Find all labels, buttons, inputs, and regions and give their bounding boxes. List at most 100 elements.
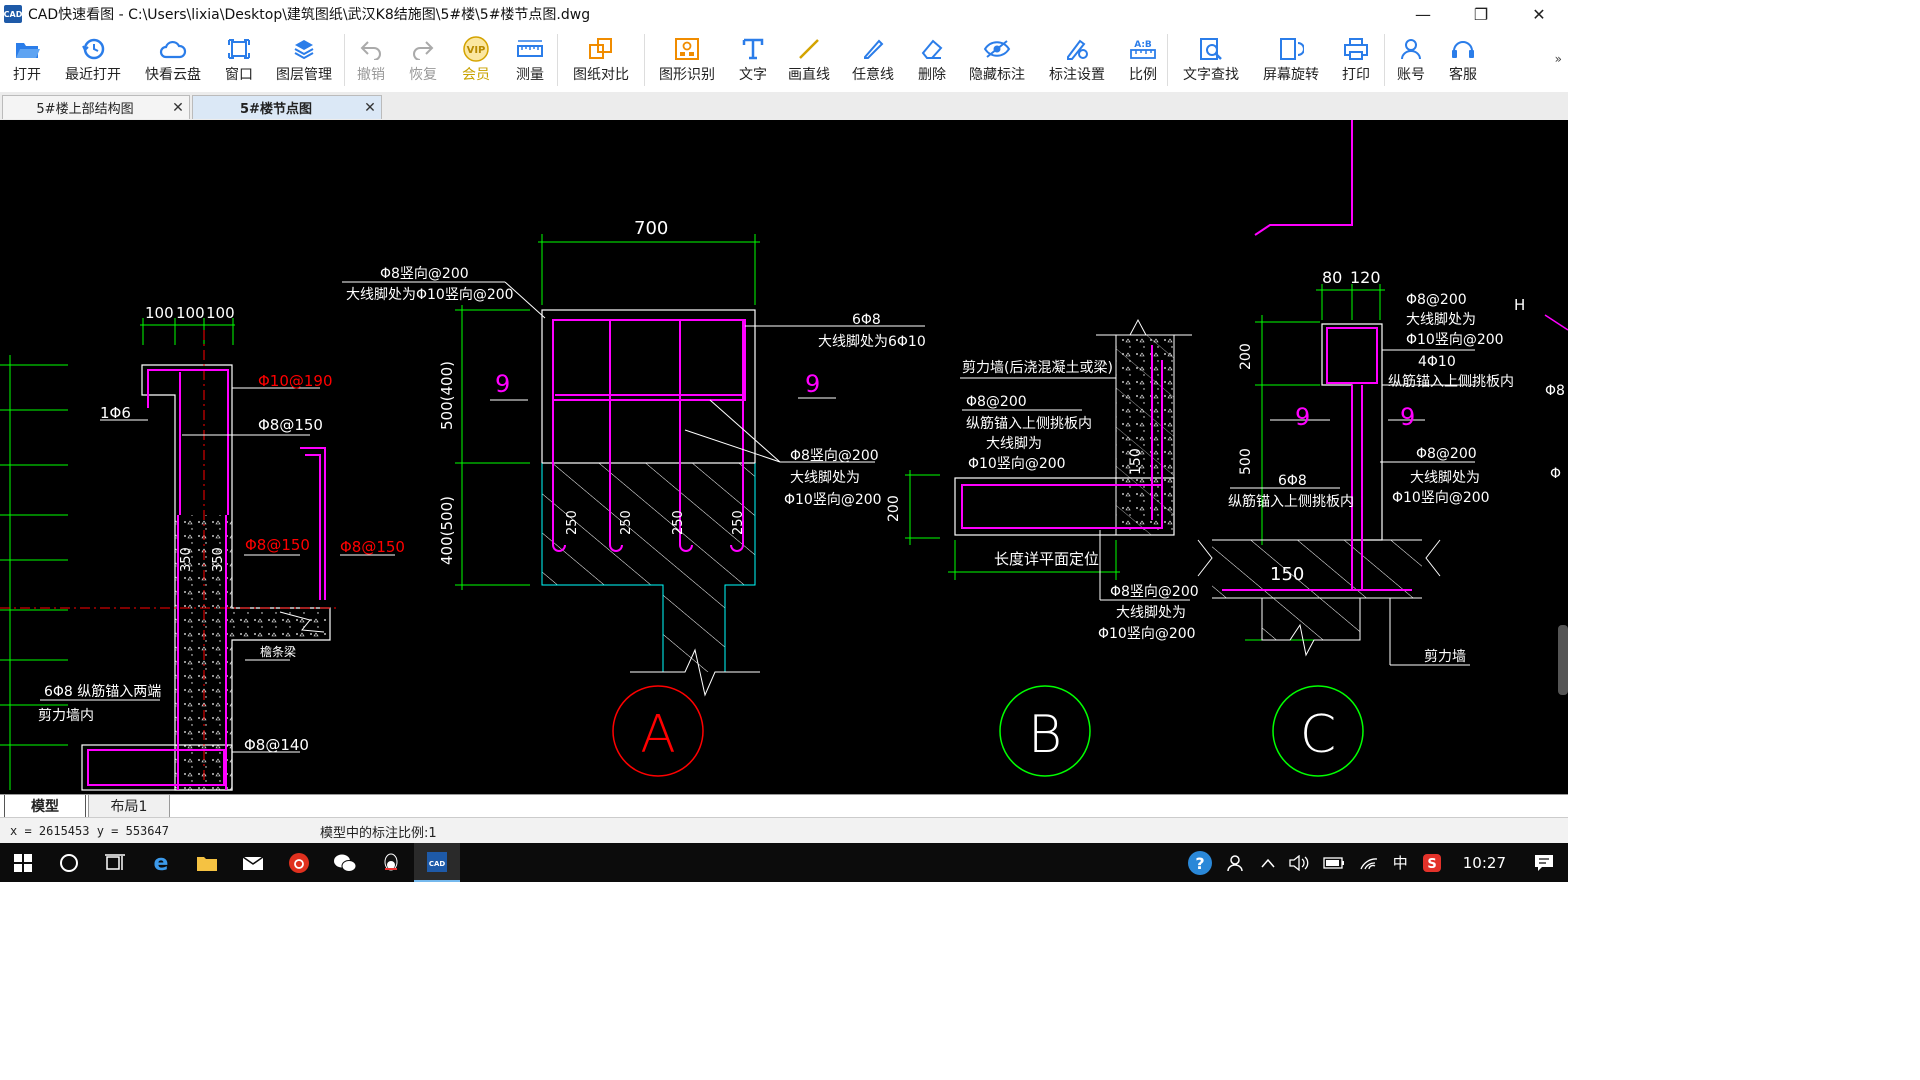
text-button[interactable]: 文字 bbox=[729, 28, 777, 84]
scrollbar-thumb[interactable] bbox=[1558, 625, 1568, 695]
svg-text:大线脚处为: 大线脚处为 bbox=[1406, 312, 1476, 328]
draw-line-button[interactable]: 画直线 bbox=[777, 28, 841, 84]
rotate-screen-button[interactable]: 屏幕旋转 bbox=[1254, 28, 1328, 84]
dim-100-a: 100 bbox=[145, 304, 174, 322]
cad-viewer-taskbar-button[interactable]: CAD bbox=[414, 843, 460, 882]
svg-text:6Φ8: 6Φ8 bbox=[852, 312, 881, 328]
delete-button[interactable]: 删除 bbox=[905, 28, 959, 84]
mail-icon bbox=[242, 855, 264, 870]
people-button[interactable] bbox=[1220, 843, 1254, 882]
edge-browser-button[interactable]: e bbox=[138, 843, 184, 882]
maximize-button[interactable]: ❐ bbox=[1452, 0, 1510, 28]
tab-upper-structure[interactable]: 5#楼上部结构图 ✕ bbox=[2, 95, 190, 119]
vip-member-button[interactable]: VIP 会员 bbox=[449, 28, 503, 84]
svg-text:纵筋锚入上侧挑板内: 纵筋锚入上侧挑板内 bbox=[966, 415, 1092, 432]
netease-music-button[interactable] bbox=[276, 843, 322, 882]
system-tray: ? 中 S 10:27 bbox=[1180, 843, 1568, 882]
svg-text:CAD: CAD bbox=[429, 860, 446, 868]
tab-model[interactable]: 模型 bbox=[4, 795, 86, 818]
svg-text:大线脚处为6Φ10: 大线脚处为6Φ10 bbox=[818, 334, 926, 350]
svg-text:Φ8竖向@200: Φ8竖向@200 bbox=[790, 448, 879, 464]
battery-button[interactable] bbox=[1316, 843, 1352, 882]
undo-button[interactable]: 撤销 bbox=[345, 28, 397, 84]
help-button[interactable]: ? bbox=[1180, 843, 1220, 882]
svg-text:剪力墙: 剪力墙 bbox=[1424, 649, 1466, 665]
start-button[interactable] bbox=[0, 843, 46, 882]
svg-text:Φ8@200: Φ8@200 bbox=[1406, 292, 1467, 308]
hide-annotation-button[interactable]: 隐藏标注 bbox=[959, 28, 1035, 84]
sogou-ime-button[interactable]: S bbox=[1415, 843, 1449, 882]
wifi-icon bbox=[1360, 857, 1377, 869]
printer-icon bbox=[1343, 36, 1369, 62]
svg-text:剪力墙(后浇混凝土或梁): 剪力墙(后浇混凝土或梁) bbox=[962, 360, 1113, 376]
speaker-icon bbox=[1289, 854, 1309, 871]
measure-button[interactable]: 测量 bbox=[503, 28, 557, 84]
svg-text:Φ8@150: Φ8@150 bbox=[258, 416, 323, 434]
open-button[interactable]: 打开 bbox=[0, 28, 54, 84]
svg-text:VIP: VIP bbox=[467, 45, 486, 56]
network-button[interactable] bbox=[1352, 843, 1386, 882]
volume-button[interactable] bbox=[1282, 843, 1316, 882]
svg-text:S: S bbox=[1427, 857, 1436, 872]
account-button[interactable]: 账号 bbox=[1385, 28, 1437, 84]
freehand-line-button[interactable]: 任意线 bbox=[841, 28, 905, 84]
window-button[interactable]: 窗口 bbox=[214, 28, 264, 84]
tab-layout1[interactable]: 布局1 bbox=[88, 795, 170, 818]
svg-text:150: 150 bbox=[1270, 564, 1304, 585]
svg-text:Φ10竖向@200: Φ10竖向@200 bbox=[784, 492, 882, 508]
red-rebar-label: Φ8@150 bbox=[340, 538, 405, 556]
tab-node-detail[interactable]: 5#楼节点图 ✕ bbox=[192, 95, 382, 119]
svg-text:350: 350 bbox=[211, 547, 226, 572]
section-mark: 9 bbox=[805, 370, 820, 398]
cortana-circle-icon bbox=[60, 853, 78, 872]
action-center-button[interactable] bbox=[1520, 843, 1568, 882]
wechat-button[interactable] bbox=[322, 843, 368, 882]
title-bar: CAD CAD快速看图 - C:\Users\lixia\Desktop\建筑图… bbox=[0, 0, 1568, 28]
sogou-icon: S bbox=[1422, 853, 1441, 872]
qq-button[interactable] bbox=[368, 843, 414, 882]
text-search-button[interactable]: 文字查找 bbox=[1168, 28, 1254, 84]
cloud-drive-button[interactable]: 快看云盘 bbox=[132, 28, 214, 84]
cloud-icon bbox=[159, 36, 187, 62]
svg-text:大线脚处为: 大线脚处为 bbox=[1410, 470, 1480, 486]
recent-open-button[interactable]: 最近打开 bbox=[54, 28, 132, 84]
print-button[interactable]: 打印 bbox=[1328, 28, 1384, 84]
tab-close-icon[interactable]: ✕ bbox=[359, 100, 381, 116]
cad-drawing-canvas[interactable]: 100 100 100 1Φ6 Φ10@190 Φ8@150 Φ8@150 Φ8… bbox=[0, 120, 1568, 794]
svg-text:250: 250 bbox=[671, 510, 686, 535]
show-hidden-icons-button[interactable] bbox=[1254, 843, 1282, 882]
hide-annotation-icon bbox=[983, 36, 1011, 62]
svg-text:?: ? bbox=[1195, 854, 1204, 873]
red-rebar-label: Φ10@190 bbox=[258, 372, 333, 390]
chevron-up-icon bbox=[1261, 858, 1275, 867]
tab-close-icon[interactable]: ✕ bbox=[167, 100, 189, 116]
customer-service-button[interactable]: 客服 bbox=[1437, 28, 1489, 84]
minimize-button[interactable]: — bbox=[1394, 0, 1452, 28]
app-logo-icon: CAD bbox=[4, 5, 22, 23]
headset-icon bbox=[1450, 36, 1476, 62]
layer-manager-button[interactable]: 图层管理 bbox=[264, 28, 344, 84]
windows-taskbar: e CAD ? 中 S 10:27 bbox=[0, 843, 1568, 882]
cortana-button[interactable] bbox=[46, 843, 92, 882]
scale-button[interactable]: A:B 比例 bbox=[1119, 28, 1167, 84]
wechat-icon bbox=[334, 854, 357, 872]
redo-button[interactable]: 恢复 bbox=[397, 28, 449, 84]
compare-drawings-button[interactable]: 图纸对比 bbox=[558, 28, 644, 84]
text-search-icon bbox=[1198, 36, 1224, 62]
svg-text:Φ10竖向@200: Φ10竖向@200 bbox=[1406, 332, 1504, 348]
dim-700: 700 bbox=[634, 218, 668, 239]
task-view-button[interactable] bbox=[92, 843, 138, 882]
mail-button[interactable] bbox=[230, 843, 276, 882]
annotation-settings-button[interactable]: 标注设置 bbox=[1035, 28, 1119, 84]
open-folder-icon bbox=[14, 36, 40, 62]
shape-recognition-button[interactable]: 图形识别 bbox=[645, 28, 729, 84]
detail-b-label: B bbox=[1028, 705, 1062, 765]
input-method-button[interactable]: 中 bbox=[1386, 843, 1415, 882]
task-view-icon bbox=[105, 853, 125, 870]
toolbar-more-button[interactable]: » bbox=[1555, 52, 1562, 66]
file-explorer-button[interactable] bbox=[184, 843, 230, 882]
shape-recognition-icon bbox=[674, 36, 700, 62]
svg-text:纵筋锚入上侧挑板内: 纵筋锚入上侧挑板内 bbox=[1228, 493, 1354, 510]
close-button[interactable]: ✕ bbox=[1510, 0, 1568, 28]
taskbar-clock[interactable]: 10:27 bbox=[1449, 854, 1520, 872]
